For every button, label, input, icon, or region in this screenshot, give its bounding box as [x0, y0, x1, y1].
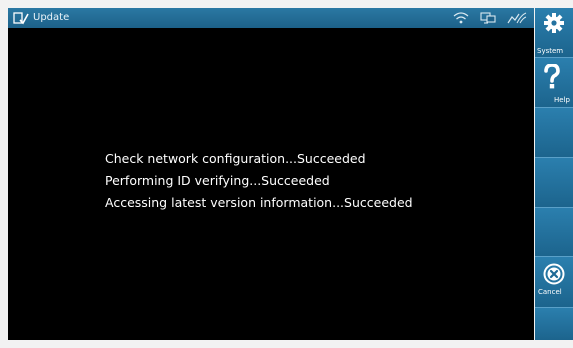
question-icon — [544, 64, 560, 89]
help-button[interactable]: Help — [535, 58, 573, 108]
screen: Update Check network configuration...Suc… — [0, 0, 573, 348]
main-panel: Update Check network configuration...Suc… — [8, 8, 534, 340]
help-label: Help — [554, 96, 570, 104]
title-bar: Update — [8, 8, 534, 28]
network-icon — [480, 12, 496, 24]
sidebar-blank-button[interactable] — [535, 308, 573, 340]
update-log: Check network configuration...Succeeded … — [105, 148, 413, 214]
sidebar: System Help Cancel — [535, 8, 573, 340]
wifi-icon — [453, 12, 469, 24]
log-line: Check network configuration...Succeeded — [105, 151, 366, 166]
log-line: Performing ID verifying...Succeeded — [105, 173, 330, 188]
update-icon — [13, 12, 29, 25]
cancel-icon — [543, 263, 565, 285]
cancel-label: Cancel — [538, 288, 562, 296]
signal-icon — [507, 12, 527, 24]
sidebar-blank-button[interactable] — [535, 108, 573, 158]
sidebar-blank-button[interactable] — [535, 208, 573, 257]
window-title: Update — [33, 12, 70, 23]
log-line: Accessing latest version information...S… — [105, 195, 413, 210]
gear-icon — [544, 13, 564, 33]
cancel-button[interactable]: Cancel — [535, 257, 573, 308]
sidebar-blank-button[interactable] — [535, 158, 573, 208]
system-label: System — [537, 47, 564, 55]
system-button[interactable]: System — [535, 8, 573, 58]
